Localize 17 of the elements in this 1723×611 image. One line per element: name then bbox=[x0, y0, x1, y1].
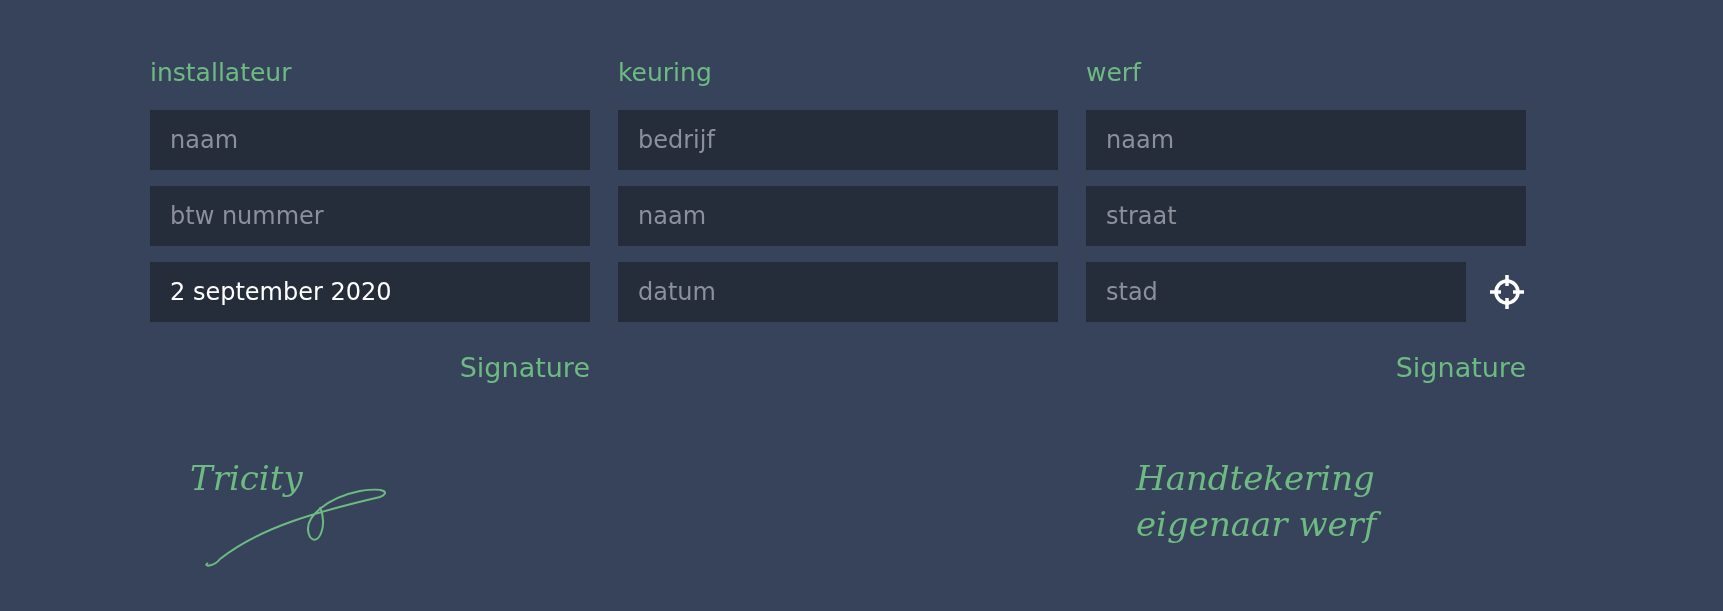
column-title: keuring bbox=[618, 57, 712, 89]
signature: Tricity bbox=[190, 457, 303, 500]
input-field[interactable]: bedrijf bbox=[618, 110, 1058, 170]
input-field[interactable]: naam bbox=[150, 110, 590, 170]
input-field[interactable]: datum bbox=[618, 262, 1058, 322]
input-field[interactable]: stad bbox=[1086, 262, 1466, 322]
input-field[interactable]: 2 september 2020 bbox=[150, 262, 590, 322]
crosshair-icon[interactable] bbox=[1488, 273, 1526, 311]
signature: Handtekering eigenaar werf bbox=[1136, 455, 1436, 547]
signature-link[interactable]: Signature bbox=[1395, 352, 1526, 383]
input-field[interactable]: straat bbox=[1086, 186, 1526, 246]
column-title: werf bbox=[1086, 57, 1141, 89]
signature-link[interactable]: Signature bbox=[459, 352, 590, 383]
input-field[interactable]: naam bbox=[1086, 110, 1526, 170]
input-field[interactable]: btw nummer bbox=[150, 186, 590, 246]
input-field[interactable]: naam bbox=[618, 186, 1058, 246]
column-title: installateur bbox=[150, 57, 292, 89]
